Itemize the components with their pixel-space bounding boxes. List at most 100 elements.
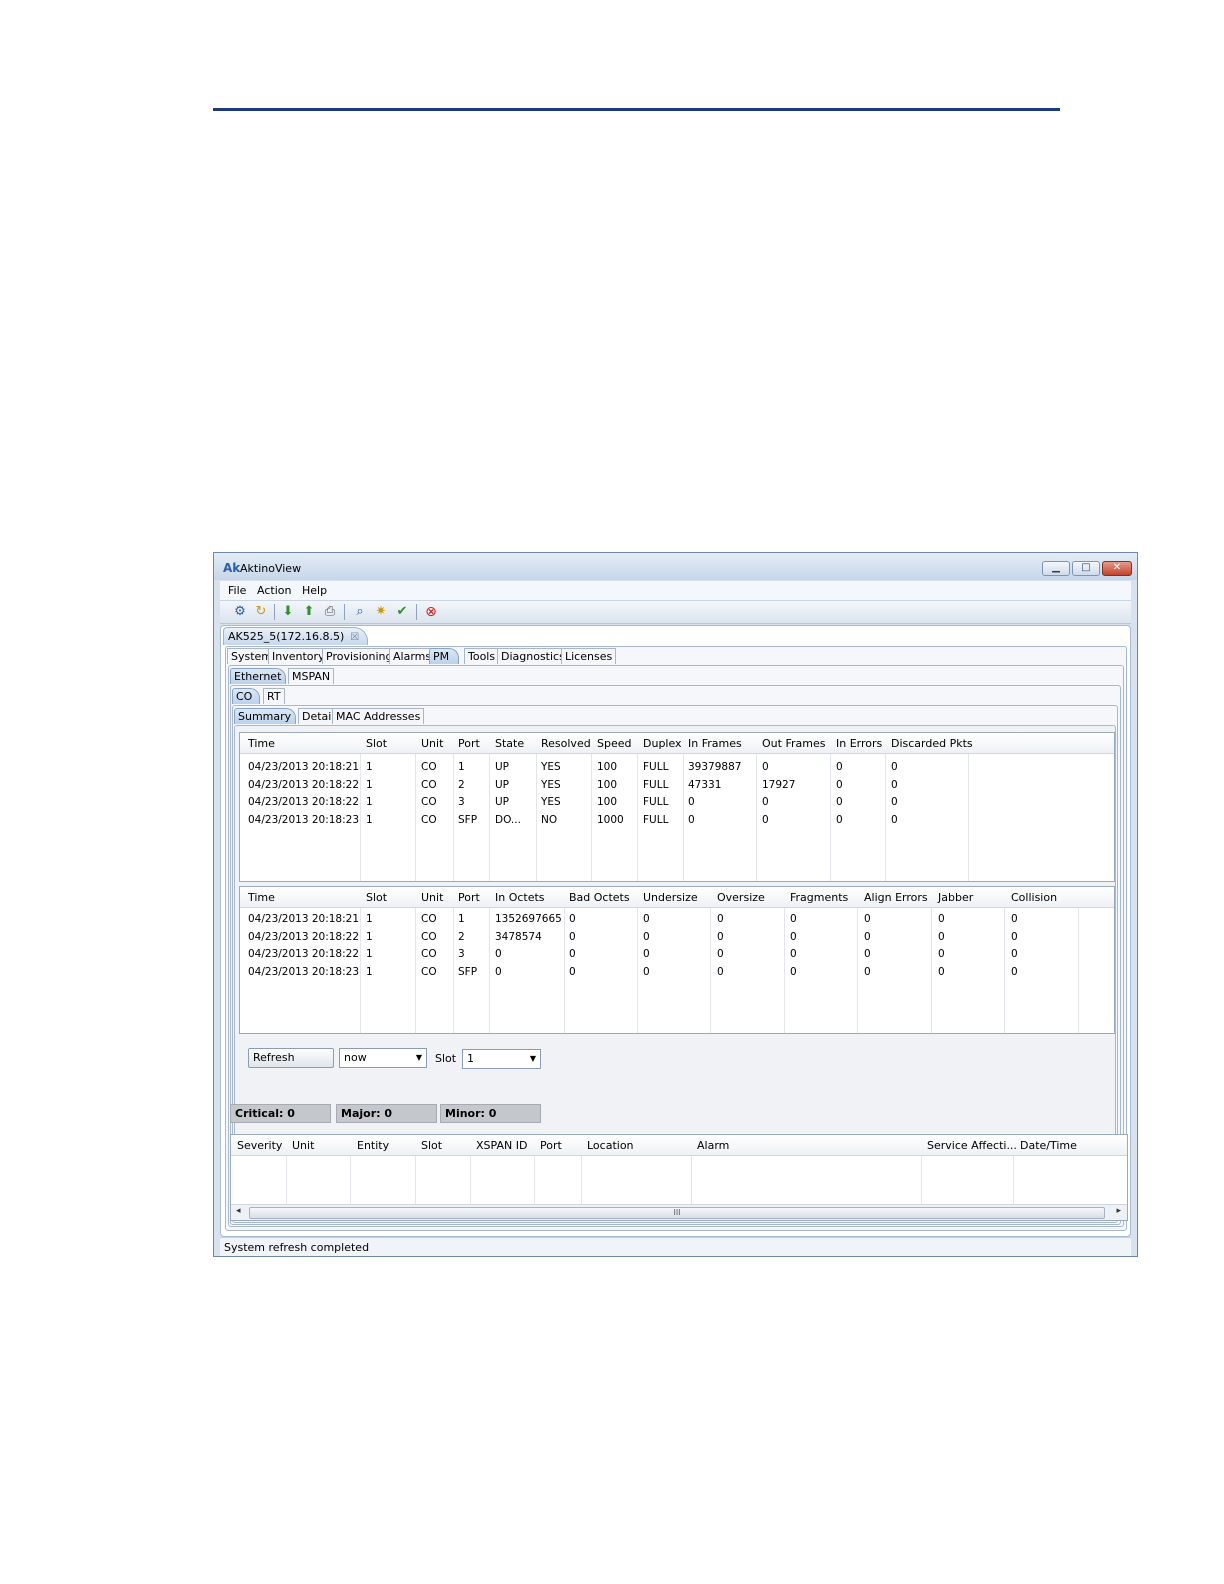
tab-co[interactable]: CO — [232, 688, 260, 704]
table-cell: 04/23/2013 20:18:23 — [248, 966, 360, 979]
close-tab-icon[interactable]: ☒ — [350, 632, 359, 643]
table-row[interactable]: 04/23/2013 20:18:22 1 CO 3 0 0 0 0 0 0 0 0 — [240, 946, 1114, 964]
table-cell: 0 — [569, 966, 576, 979]
column-header[interactable]: Slot — [366, 891, 387, 904]
table-cell: 0 — [569, 930, 576, 943]
tab-mac-addresses[interactable]: MAC Addresses — [332, 708, 425, 724]
table-cell: 0 — [891, 761, 898, 773]
scrollbar-thumb[interactable]: III — [249, 1207, 1105, 1219]
slot-select[interactable]: 1 ▼ — [462, 1049, 541, 1069]
tab-mspan[interactable]: MSPAN — [288, 668, 335, 684]
tab-summary[interactable]: Summary — [234, 708, 296, 724]
close-window-button[interactable]: ✕ — [1102, 561, 1132, 576]
column-header[interactable]: Slot — [366, 737, 387, 750]
find-icon[interactable]: ⌕ — [352, 604, 368, 620]
column-header[interactable]: Port — [458, 891, 480, 904]
table-cell: 0 — [891, 796, 898, 809]
table-cell: UP — [495, 796, 510, 809]
connect-icon[interactable]: ⚙ — [232, 604, 248, 620]
table-cell: 0 — [836, 796, 843, 809]
column-header[interactable]: Duplex — [643, 737, 682, 750]
table-cell: 1 — [366, 948, 373, 961]
device-tab[interactable]: AK525_5(172.16.8.5) ☒ — [223, 627, 369, 645]
upload-icon[interactable]: ⬆ — [301, 604, 317, 620]
column-header[interactable]: Bad Octets — [569, 891, 630, 904]
tab-ethernet[interactable]: Ethernet — [230, 668, 286, 684]
table-cell: 0 — [938, 948, 945, 961]
column-header[interactable]: Time — [248, 737, 275, 750]
settings-icon[interactable]: ✷ — [373, 604, 389, 620]
column-header[interactable]: Time — [248, 891, 275, 904]
column-header[interactable]: Resolved — [541, 737, 591, 750]
download-icon[interactable]: ⬇ — [280, 604, 296, 620]
table-row[interactable]: 04/23/2013 20:18:23 1 CO SFP DO... NO 1000 FULL… — [240, 812, 1114, 830]
column-header[interactable]: Jabber — [938, 891, 973, 904]
column-header[interactable]: In Octets — [495, 891, 545, 904]
title-bar[interactable]: Ak AktinoView ▁ □ ✕ — [214, 553, 1137, 580]
column-header[interactable]: State — [495, 737, 524, 750]
column-header[interactable]: Collision — [1011, 891, 1057, 904]
column-header[interactable]: Slot — [421, 1139, 442, 1152]
table-cell: 04/23/2013 20:18:22 — [248, 796, 360, 809]
tab-provisioning[interactable]: Provisioning — [322, 648, 397, 664]
table-row[interactable]: 04/23/2013 20:18:22 1 CO 3 UP YES 100 FULL 0 0 0 0 — [240, 794, 1114, 812]
table-cell: 0 — [717, 966, 724, 979]
refresh-button[interactable]: Refresh — [248, 1048, 334, 1068]
column-header[interactable]: Service Affecti... — [927, 1139, 1017, 1152]
side-tabs: CO RT — [232, 688, 332, 704]
minimize-button[interactable]: ▁ — [1042, 561, 1070, 576]
table-row[interactable]: 04/23/2013 20:18:21 1 CO 1 UP YES 100 FULL 39379… — [240, 759, 1114, 777]
alarm-table[interactable]: Severity Unit Entity Slot XSPAN ID Port Locati… — [230, 1134, 1128, 1221]
main-tabs: System Inventory Provisioning Alarms PM … — [227, 648, 927, 664]
tab-tools[interactable]: Tools — [464, 648, 500, 664]
column-header[interactable]: Entity — [357, 1139, 389, 1152]
column-header[interactable]: Alarm — [697, 1139, 729, 1152]
table-cell: CO — [421, 761, 437, 773]
table-row[interactable]: 04/23/2013 20:18:23 1 CO SFP 0 0 0 0 0 0 0 0 — [240, 964, 1114, 982]
menu-help[interactable]: Help — [302, 584, 327, 597]
toolbar-separator — [416, 604, 417, 620]
column-header[interactable]: Out Frames — [762, 737, 825, 750]
column-header[interactable]: Discarded Pkts — [891, 737, 973, 750]
column-header[interactable]: Speed — [597, 737, 631, 750]
table-row[interactable]: 04/23/2013 20:18:22 1 CO 2 3478574 0 0 0 0 0 0 0 — [240, 929, 1114, 947]
scroll-left-icon[interactable]: ◂ — [236, 1206, 241, 1216]
summary-table[interactable]: Time Slot Unit Port State Resolved Speed Duplex… — [239, 732, 1115, 882]
tab-licenses[interactable]: Licenses — [561, 648, 617, 664]
column-header[interactable]: In Errors — [836, 737, 882, 750]
refresh-icon[interactable]: ↻ — [253, 604, 269, 620]
menu-action[interactable]: Action — [257, 584, 291, 597]
column-header[interactable]: Port — [458, 737, 480, 750]
interval-select[interactable]: now ▼ — [339, 1048, 427, 1068]
column-header[interactable]: Location — [587, 1139, 634, 1152]
column-header[interactable]: Unit — [421, 737, 443, 750]
table-row[interactable]: 04/23/2013 20:18:21 1 CO 1 1352697665 0 0 0 0 0 0 0 — [240, 911, 1114, 929]
tab-diagnostics[interactable]: Diagnostics — [497, 648, 569, 664]
column-header[interactable]: Unit — [292, 1139, 314, 1152]
column-header[interactable]: Date/Time — [1020, 1139, 1077, 1152]
app-window: Ak AktinoView ▁ □ ✕ File Action Help ⚙ ↻… — [213, 552, 1138, 1257]
horizontal-scrollbar[interactable]: ◂ III ▸ — [231, 1204, 1127, 1220]
check-icon[interactable]: ✔ — [394, 604, 410, 620]
tab-inventory[interactable]: Inventory — [268, 648, 329, 664]
stop-icon[interactable]: ⊗ — [423, 604, 439, 620]
column-header[interactable]: Oversize — [717, 891, 765, 904]
maximize-button[interactable]: □ — [1072, 561, 1100, 576]
scroll-right-icon[interactable]: ▸ — [1116, 1206, 1121, 1216]
octets-table[interactable]: Time Slot Unit Port In Octets Bad Octets Under… — [239, 886, 1115, 1034]
column-header[interactable]: Unit — [421, 891, 443, 904]
print-icon[interactable]: ⎙ — [322, 604, 338, 620]
column-header[interactable]: Port — [540, 1139, 562, 1152]
tab-pm[interactable]: PM — [429, 648, 459, 664]
column-header[interactable]: XSPAN ID — [476, 1139, 527, 1152]
tab-rt[interactable]: RT — [263, 688, 285, 704]
table-row[interactable]: 04/23/2013 20:18:22 1 CO 2 UP YES 100 FULL 47331… — [240, 777, 1114, 795]
column-header[interactable]: Severity — [237, 1139, 282, 1152]
column-header[interactable]: In Frames — [688, 737, 742, 750]
column-header[interactable]: Align Errors — [864, 891, 928, 904]
table-cell: 0 — [891, 814, 898, 827]
column-header[interactable]: Undersize — [643, 891, 698, 904]
table-cell: 0 — [495, 948, 502, 961]
menu-file[interactable]: File — [228, 584, 246, 597]
column-header[interactable]: Fragments — [790, 891, 848, 904]
